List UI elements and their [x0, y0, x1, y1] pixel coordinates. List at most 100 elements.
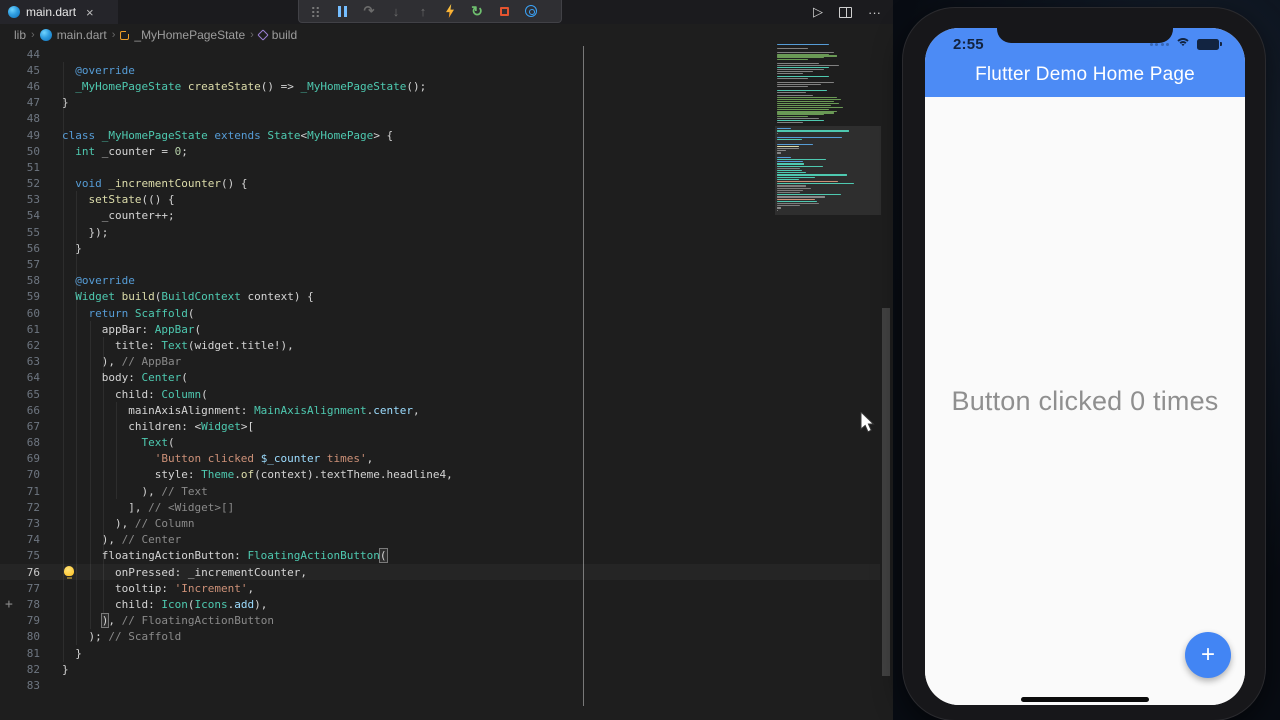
- code-line[interactable]: 44: [0, 46, 880, 62]
- breadcrumb-main-dart[interactable]: main.dart: [57, 28, 107, 42]
- breadcrumb-method[interactable]: build: [272, 28, 297, 42]
- code-line[interactable]: 60 return Scaffold(: [0, 305, 880, 321]
- code-line[interactable]: 50 int _counter = 0;: [0, 143, 880, 159]
- line-number[interactable]: 63: [0, 355, 40, 368]
- code-line[interactable]: 66 mainAxisAlignment: MainAxisAlignment.…: [0, 402, 880, 418]
- lightbulb-icon[interactable]: [64, 566, 74, 579]
- code-line[interactable]: 46 _MyHomePageState createState() => _My…: [0, 78, 880, 94]
- line-number[interactable]: 54: [0, 209, 40, 222]
- line-number[interactable]: 79: [0, 614, 40, 627]
- line-number[interactable]: 69: [0, 452, 40, 465]
- simulator-screen[interactable]: 2:55 Flutter Demo Home Page Button click…: [925, 28, 1245, 705]
- line-number[interactable]: 66: [0, 404, 40, 417]
- line-number[interactable]: 56: [0, 242, 40, 255]
- line-number[interactable]: 57: [0, 258, 40, 271]
- code-line[interactable]: 45 @override: [0, 62, 880, 78]
- code-line[interactable]: 69 'Button clicked $_counter times',: [0, 451, 880, 467]
- code-line[interactable]: 55 });: [0, 224, 880, 240]
- line-number[interactable]: 51: [0, 161, 40, 174]
- code-line[interactable]: 57: [0, 256, 880, 272]
- line-number[interactable]: 82: [0, 663, 40, 676]
- code-line[interactable]: 82}: [0, 661, 880, 677]
- step-out-icon[interactable]: ↑: [413, 2, 433, 20]
- line-number[interactable]: 80: [0, 630, 40, 643]
- code-line[interactable]: 70 style: Theme.of(context).textTheme.he…: [0, 467, 880, 483]
- code-line[interactable]: 53 setState(() {: [0, 192, 880, 208]
- line-number[interactable]: 62: [0, 339, 40, 352]
- code-line[interactable]: 52 void _incrementCounter() {: [0, 176, 880, 192]
- line-number[interactable]: 61: [0, 323, 40, 336]
- code-line[interactable]: 64 body: Center(: [0, 370, 880, 386]
- code-line[interactable]: 67 children: <Widget>[: [0, 418, 880, 434]
- breadcrumb-class[interactable]: _MyHomePageState: [134, 28, 245, 42]
- gutter-plus-icon[interactable]: +: [5, 597, 13, 612]
- code-line[interactable]: 68 Text(: [0, 435, 880, 451]
- line-number[interactable]: 73: [0, 517, 40, 530]
- line-number[interactable]: 44: [0, 48, 40, 61]
- code-line[interactable]: 79 ), // FloatingActionButton: [0, 613, 880, 629]
- line-number[interactable]: 52: [0, 177, 40, 190]
- code-line[interactable]: 59 Widget build(BuildContext context) {: [0, 289, 880, 305]
- code-line[interactable]: 61 appBar: AppBar(: [0, 321, 880, 337]
- line-number[interactable]: 77: [0, 582, 40, 595]
- line-number[interactable]: 72: [0, 501, 40, 514]
- code-line[interactable]: 80 ); // Scaffold: [0, 629, 880, 645]
- line-number[interactable]: 47: [0, 96, 40, 109]
- hot-reload-icon[interactable]: [440, 2, 460, 20]
- line-number[interactable]: 53: [0, 193, 40, 206]
- line-number[interactable]: 55: [0, 226, 40, 239]
- line-number[interactable]: 64: [0, 371, 40, 384]
- code-line[interactable]: 83: [0, 677, 880, 693]
- pause-button[interactable]: [332, 2, 352, 20]
- code-line[interactable]: 76 onPressed: _incrementCounter,: [0, 564, 880, 580]
- toolbar-drag-handle-icon[interactable]: [305, 2, 325, 20]
- breadcrumb-lib[interactable]: lib: [14, 28, 26, 42]
- code-line[interactable]: 51: [0, 159, 880, 175]
- line-number[interactable]: 50: [0, 145, 40, 158]
- line-number[interactable]: 58: [0, 274, 40, 287]
- line-number[interactable]: 70: [0, 468, 40, 481]
- code-line[interactable]: 58 @override: [0, 273, 880, 289]
- line-number[interactable]: 75: [0, 549, 40, 562]
- code-line[interactable]: 72 ], // <Widget>[]: [0, 499, 880, 515]
- code-line[interactable]: 71 ), // Text: [0, 483, 880, 499]
- devtools-inspector-icon[interactable]: [521, 2, 541, 20]
- code-line[interactable]: 78 child: Icon(Icons.add),: [0, 596, 880, 612]
- code-line[interactable]: 48: [0, 111, 880, 127]
- code-lines[interactable]: 44 45 @override 46 _MyHomePageState create…: [0, 46, 880, 694]
- tab-main-dart[interactable]: main.dart ×: [0, 0, 118, 24]
- minimap[interactable]: [775, 44, 881, 216]
- code-line[interactable]: 49 class _MyHomePageState extends State<M…: [0, 127, 880, 143]
- line-number[interactable]: 49: [0, 129, 40, 142]
- line-number[interactable]: 74: [0, 533, 40, 546]
- restart-icon[interactable]: ↻: [467, 2, 487, 20]
- step-into-icon[interactable]: ↓: [386, 2, 406, 20]
- line-number[interactable]: 76: [0, 566, 40, 579]
- line-number[interactable]: 67: [0, 420, 40, 433]
- run-button[interactable]: ▷: [813, 4, 823, 20]
- code-line[interactable]: 75 floatingActionButton: FloatingActionB…: [0, 548, 880, 564]
- more-actions-icon[interactable]: ···: [868, 5, 881, 20]
- line-number[interactable]: 46: [0, 80, 40, 93]
- line-number[interactable]: 71: [0, 485, 40, 498]
- code-line[interactable]: 81 }: [0, 645, 880, 661]
- line-number[interactable]: 68: [0, 436, 40, 449]
- code-line[interactable]: 56 }: [0, 240, 880, 256]
- code-line[interactable]: 62 title: Text(widget.title!),: [0, 337, 880, 353]
- floating-action-button[interactable]: +: [1185, 632, 1231, 678]
- code-line[interactable]: 65 child: Column(: [0, 386, 880, 402]
- line-number[interactable]: 81: [0, 647, 40, 660]
- line-number[interactable]: 60: [0, 307, 40, 320]
- editor-scrollbar-thumb[interactable]: [882, 308, 890, 676]
- stop-button[interactable]: [494, 2, 514, 20]
- code-line[interactable]: 63 ), // AppBar: [0, 354, 880, 370]
- line-number[interactable]: 83: [0, 679, 40, 692]
- line-number[interactable]: 48: [0, 112, 40, 125]
- code-line[interactable]: 73 ), // Column: [0, 515, 880, 531]
- code-line[interactable]: 77 tooltip: 'Increment',: [0, 580, 880, 596]
- line-number[interactable]: 65: [0, 388, 40, 401]
- line-number[interactable]: 59: [0, 290, 40, 303]
- step-over-icon[interactable]: ↷: [359, 2, 379, 20]
- split-editor-icon[interactable]: [839, 6, 852, 18]
- home-indicator[interactable]: [1021, 697, 1149, 702]
